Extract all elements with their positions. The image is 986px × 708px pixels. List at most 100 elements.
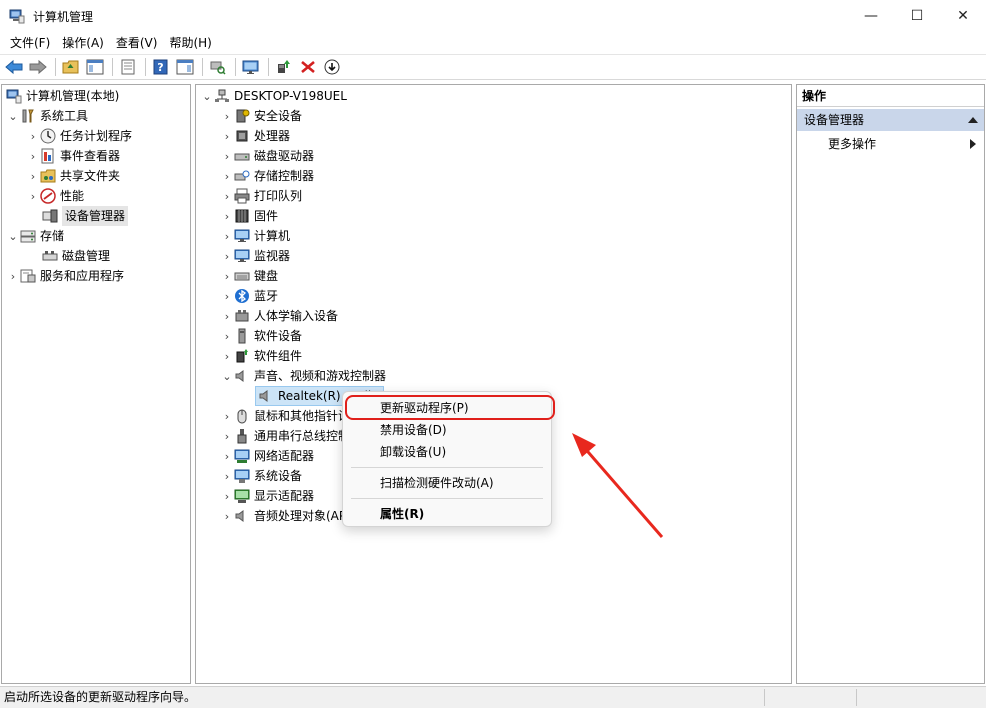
device-category[interactable]: ⌄ 声音、视频和游戏控制器 — [220, 366, 386, 386]
tree-item-device-manager[interactable]: 设备管理器 — [40, 206, 129, 226]
chevron-right-icon[interactable]: › — [220, 126, 234, 146]
chevron-down-icon[interactable]: ⌄ — [6, 106, 20, 126]
submenu-arrow-icon — [970, 139, 976, 149]
chevron-right-icon[interactable]: › — [220, 206, 234, 226]
chevron-right-icon[interactable]: › — [26, 146, 40, 166]
update-driver-icon — [278, 60, 290, 73]
close-button[interactable]: ✕ — [940, 0, 986, 32]
device-category[interactable]: › 蓝牙 — [220, 286, 278, 306]
device-category-label: 蓝牙 — [254, 289, 279, 303]
chevron-right-icon[interactable]: › — [220, 506, 234, 526]
tree-item-computer-management[interactable]: 计算机管理(本地) — [6, 86, 119, 106]
chevron-right-icon[interactable]: › — [220, 226, 234, 246]
chevron-down-icon[interactable]: ⌄ — [6, 226, 20, 246]
chevron-right-icon[interactable]: › — [220, 266, 234, 286]
device-category[interactable]: › 网络适配器 — [220, 446, 314, 466]
help-button[interactable]: ? — [150, 56, 172, 78]
menu-help[interactable]: 帮助(H) — [163, 32, 217, 54]
device-category[interactable]: › 监视器 — [220, 246, 290, 266]
chevron-right-icon[interactable]: › — [220, 346, 234, 366]
tree-item-event-viewer[interactable]: › 事件查看器 — [26, 146, 120, 166]
chevron-right-icon[interactable]: › — [26, 126, 40, 146]
tree-item-computer-root[interactable]: ⌄ DESKTOP-V198UEL — [200, 86, 347, 106]
tree-item-system-tools[interactable]: ⌄ 系统工具 — [6, 106, 88, 126]
chevron-right-icon[interactable]: › — [220, 306, 234, 326]
chevron-right-icon[interactable]: › — [220, 406, 234, 426]
uninstall-button[interactable] — [297, 56, 319, 78]
chevron-down-icon[interactable]: ⌄ — [220, 366, 234, 386]
show-hide-tree-button[interactable] — [84, 56, 106, 78]
device-category[interactable]: › 系统设备 — [220, 466, 302, 486]
device-category[interactable]: › 人体学输入设备 — [220, 306, 338, 326]
device-category-label: 处理器 — [254, 129, 291, 143]
speaker-icon — [234, 368, 250, 384]
device-category[interactable]: › 软件设备 — [220, 326, 302, 346]
chevron-right-icon[interactable]: › — [220, 486, 234, 506]
device-category[interactable]: › 音频处理对象(APO) — [220, 506, 360, 526]
tree-label: 服务和应用程序 — [40, 269, 125, 283]
disk-management-icon — [42, 248, 58, 264]
menu-item-disable-device[interactable]: 禁用设备(D) — [343, 419, 551, 441]
chevron-right-icon[interactable]: › — [220, 426, 234, 446]
tree-item-disk-management[interactable]: 磁盘管理 — [40, 246, 110, 266]
device-category[interactable]: › 存储控制器 — [220, 166, 314, 186]
menu-action[interactable]: 操作(A) — [56, 32, 110, 54]
up-folder-button[interactable] — [60, 56, 82, 78]
disable-device-button[interactable] — [321, 56, 343, 78]
chevron-right-icon[interactable]: › — [220, 446, 234, 466]
chevron-right-icon[interactable]: › — [220, 166, 234, 186]
menu-file[interactable]: 文件(F) — [4, 32, 56, 54]
monitor-button[interactable] — [240, 56, 262, 78]
device-category[interactable]: › 打印队列 — [220, 186, 302, 206]
chevron-right-icon[interactable]: › — [26, 186, 40, 206]
tree-item-shared-folders[interactable]: › 共享文件夹 — [26, 166, 120, 186]
chevron-right-icon[interactable]: › — [6, 266, 20, 286]
console-tree-pane[interactable]: 计算机管理(本地) ⌄ 系统工具 › 任务计划程序 › 事件查看器 › 共享文件… — [1, 84, 191, 684]
tree-label: 任务计划程序 — [60, 129, 133, 143]
device-category[interactable]: › 处理器 — [220, 126, 290, 146]
chevron-right-icon[interactable]: › — [26, 166, 40, 186]
menu-item-scan-hardware[interactable]: 扫描检测硬件改动(A) — [343, 472, 551, 494]
device-category[interactable]: › 鼠标和其他指针设备 — [220, 406, 362, 426]
back-button[interactable] — [3, 56, 25, 78]
list-icon — [121, 59, 135, 75]
chevron-right-icon[interactable]: › — [220, 106, 234, 126]
computer-name: DESKTOP-V198UEL — [234, 89, 347, 103]
forward-button[interactable] — [27, 56, 49, 78]
more-actions-item[interactable]: 更多操作 — [797, 133, 984, 155]
device-category[interactable]: › 软件组件 — [220, 346, 302, 366]
maximize-button[interactable]: ☐ — [894, 0, 940, 32]
device-category[interactable]: › 磁盘驱动器 — [220, 146, 314, 166]
device-category[interactable]: › 通用串行总线控制器 — [220, 426, 362, 446]
window-title: 计算机管理 — [33, 9, 94, 24]
minimize-button[interactable]: — — [848, 0, 894, 32]
disk-drive-icon — [234, 148, 250, 164]
show-action-pane-button[interactable] — [174, 56, 196, 78]
tree-item-services-apps[interactable]: › 服务和应用程序 — [6, 266, 124, 286]
chevron-down-icon[interactable]: ⌄ — [200, 86, 214, 106]
storage-controller-icon — [234, 168, 250, 184]
scan-hardware-button[interactable] — [207, 56, 229, 78]
tree-item-task-scheduler[interactable]: › 任务计划程序 — [26, 126, 132, 146]
update-driver-button[interactable] — [273, 56, 295, 78]
device-category[interactable]: › 计算机 — [220, 226, 290, 246]
device-category[interactable]: › 显示适配器 — [220, 486, 314, 506]
export-list-button[interactable] — [117, 56, 139, 78]
menu-item-uninstall-device[interactable]: 卸载设备(U) — [343, 441, 551, 463]
chevron-right-icon[interactable]: › — [220, 186, 234, 206]
actions-section-device-manager[interactable]: 设备管理器 — [797, 109, 984, 131]
chevron-right-icon[interactable]: › — [220, 326, 234, 346]
menu-view[interactable]: 查看(V) — [110, 32, 164, 54]
device-category[interactable]: › 安全设备 — [220, 106, 302, 126]
tree-item-performance[interactable]: › 性能 — [26, 186, 84, 206]
chevron-right-icon[interactable]: › — [220, 246, 234, 266]
menu-item-properties[interactable]: 属性(R) — [343, 503, 551, 525]
chevron-right-icon[interactable]: › — [220, 466, 234, 486]
tree-item-storage[interactable]: ⌄ 存储 — [6, 226, 64, 246]
device-category[interactable]: › 固件 — [220, 206, 278, 226]
window-controls: — ☐ ✕ — [848, 0, 986, 32]
device-tree-pane[interactable]: ⌄ DESKTOP-V198UEL › 安全设备 › 处理器 › 磁盘驱动器 › 存储控制器 ›… — [195, 84, 792, 684]
device-category[interactable]: › 键盘 — [220, 266, 278, 286]
chevron-right-icon[interactable]: › — [220, 146, 234, 166]
chevron-right-icon[interactable]: › — [220, 286, 234, 306]
